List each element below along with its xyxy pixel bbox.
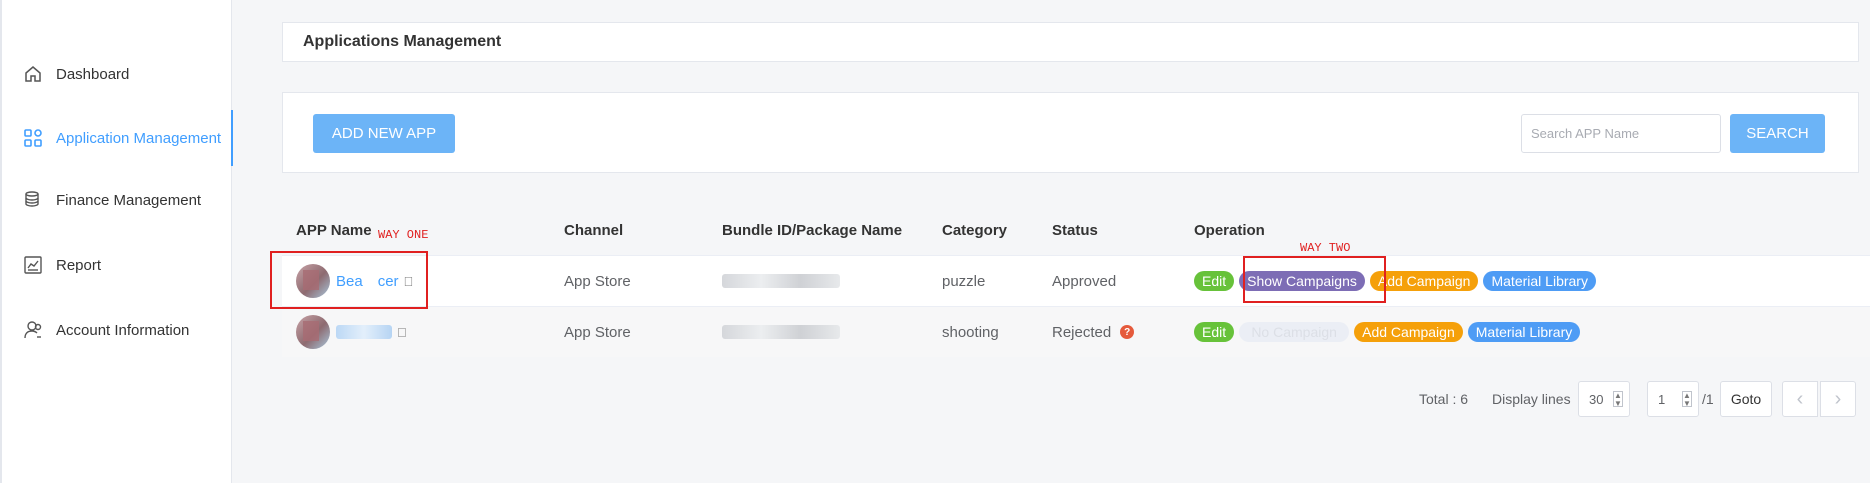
bundle-id-cell xyxy=(722,256,840,306)
page-number-stepper[interactable]: 1 ▲ ▼ xyxy=(1647,381,1699,417)
sidebar-item-application-management[interactable]: Application Management xyxy=(2,110,233,166)
table-header: APP Name Channel Bundle ID/Package Name … xyxy=(282,205,1870,255)
coins-icon xyxy=(22,189,44,211)
sidebar-item-label: Dashboard xyxy=(56,65,130,83)
page-total: /1 xyxy=(1702,391,1714,407)
status-cell: Approved xyxy=(1052,272,1117,290)
material-library-button[interactable]: Material Library xyxy=(1467,322,1581,342)
bundle-id-cell xyxy=(722,307,840,357)
header-operation: Operation xyxy=(1194,221,1265,239)
header-channel: Channel xyxy=(564,221,624,239)
sidebar-item-report[interactable]: Report xyxy=(2,237,233,293)
applications-table: APP Name Channel Bundle ID/Package Name … xyxy=(282,205,1870,357)
sidebar-item-account-information[interactable]: Account Information xyxy=(2,302,233,358)
next-page-button[interactable]: › xyxy=(1820,381,1856,417)
edit-button[interactable]: Edit xyxy=(1194,271,1235,291)
users-icon xyxy=(22,319,44,341)
header-category: Category xyxy=(942,221,1008,239)
table-row:  App Store shooting Rejected ? Edit No … xyxy=(282,306,1870,357)
header-app-name: APP Name xyxy=(296,221,372,239)
annotation-way-two-label: WAY TWO xyxy=(1300,241,1351,255)
annotation-way-one-box xyxy=(270,251,428,309)
no-campaign-button: No Campaign xyxy=(1239,322,1350,342)
chevron-right-icon: › xyxy=(1834,387,1842,410)
add-campaign-button[interactable]: Add Campaign xyxy=(1354,322,1463,342)
page-title: Applications Management xyxy=(303,33,502,50)
channel-cell: App Store xyxy=(564,272,631,290)
material-library-button[interactable]: Material Library xyxy=(1483,271,1596,291)
apple-icon:  xyxy=(397,325,407,340)
table-row: Bea cer  App Store puzzle Approved Edit… xyxy=(282,255,1870,306)
channel-cell: App Store xyxy=(564,323,631,341)
chevron-left-icon: ‹ xyxy=(1796,387,1804,410)
header-bundle-id: Bundle ID/Package Name xyxy=(722,221,903,239)
annotation-way-two-box xyxy=(1243,256,1386,303)
header-status: Status xyxy=(1052,221,1098,239)
category-cell: puzzle xyxy=(942,272,986,290)
sidebar-item-label: Finance Management xyxy=(56,191,202,209)
annotation-way-one-label: WAY ONE xyxy=(378,228,429,242)
search-button[interactable]: SEARCH xyxy=(1730,114,1825,153)
display-lines-value: 30 xyxy=(1589,391,1604,407)
search-input[interactable] xyxy=(1521,114,1721,153)
category-cell: shooting xyxy=(942,323,999,341)
app-name-redacted[interactable] xyxy=(336,325,392,339)
home-icon xyxy=(22,63,44,85)
edit-button[interactable]: Edit xyxy=(1194,322,1235,342)
spinner-icon[interactable]: ▲ ▼ xyxy=(1613,391,1623,408)
sidebar-item-label: Report xyxy=(56,256,102,274)
app-avatar xyxy=(296,315,330,349)
status-cell: Rejected ? xyxy=(1052,307,1135,357)
toolbar: ADD NEW APP SEARCH xyxy=(282,92,1859,173)
page-number-value: 1 xyxy=(1658,391,1666,407)
help-icon[interactable]: ? xyxy=(1120,325,1135,339)
app-name-cell:  xyxy=(296,307,407,357)
bundle-id-redacted xyxy=(722,325,840,339)
sidebar-item-finance-management[interactable]: Finance Management xyxy=(2,172,233,228)
status-text: Rejected xyxy=(1052,323,1112,341)
prev-page-button[interactable]: ‹ xyxy=(1782,381,1818,417)
display-lines-stepper[interactable]: 30 ▲ ▼ xyxy=(1578,381,1630,417)
pagination: Total : 6 Display lines 30 ▲ ▼ 1 ▲ ▼ /1 Go… xyxy=(0,379,1870,419)
page-title-card: Applications Management xyxy=(282,22,1859,62)
chart-icon xyxy=(22,254,44,276)
spinner-icon[interactable]: ▲ ▼ xyxy=(1682,391,1692,408)
operation-cell: Edit No Campaign Add Campaign Material L… xyxy=(1194,307,1585,357)
display-lines-label: Display lines xyxy=(1492,391,1571,407)
add-new-app-button[interactable]: ADD NEW APP xyxy=(313,114,455,153)
bundle-id-redacted xyxy=(722,274,840,288)
add-campaign-button[interactable]: Add Campaign xyxy=(1369,271,1479,291)
sidebar-item-label: Application Management xyxy=(56,129,222,147)
total-count: Total : 6 xyxy=(1419,391,1469,407)
sidebar-item-label: Account Information xyxy=(56,321,190,339)
grid-icon xyxy=(22,127,44,149)
sidebar-item-dashboard[interactable]: Dashboard xyxy=(2,46,233,102)
goto-button[interactable]: Goto xyxy=(1720,381,1772,417)
